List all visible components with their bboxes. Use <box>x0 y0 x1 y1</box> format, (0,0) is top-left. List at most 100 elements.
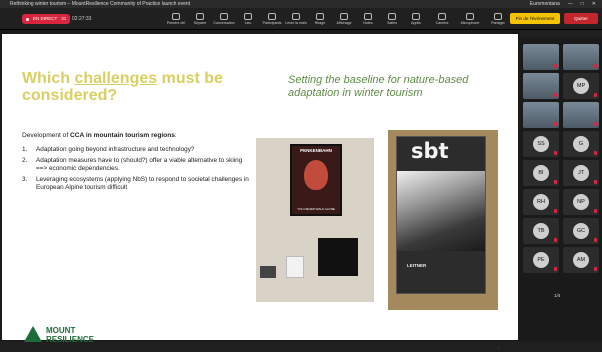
slide-lead: Development of CCA in mountain tourism r… <box>22 132 177 139</box>
mic-muted-icon <box>554 151 557 155</box>
mountain-logo-icon <box>24 326 42 344</box>
view-button[interactable]: Affichage <box>332 10 356 28</box>
avatar: NP <box>573 194 589 210</box>
participant-tile[interactable]: SS <box>523 131 559 157</box>
apps-icon <box>412 13 420 20</box>
close-icon[interactable]: ✕ <box>592 0 596 8</box>
participant-tile[interactable]: BI <box>523 160 559 186</box>
take-control-button[interactable]: Prendre ctrl <box>164 10 188 28</box>
camera-button[interactable]: Caméra <box>428 10 456 28</box>
maximize-icon[interactable]: □ <box>581 0 584 8</box>
list-item: 2. Adaptation measures have to (should?) … <box>22 157 243 172</box>
avatar: AM <box>573 252 589 268</box>
hand-icon <box>292 13 300 20</box>
slide-subtitle: Setting the baseline for nature-based ad… <box>288 74 469 99</box>
quit-button[interactable]: Quitter <box>564 13 598 24</box>
share-icon <box>494 13 502 20</box>
control-icon <box>172 13 180 20</box>
participant-tile[interactable]: PE <box>523 247 559 273</box>
mountresilience-logo: MOUNT RESILIENCE <box>24 326 94 344</box>
location-button[interactable]: Lieu <box>236 10 260 28</box>
microphone-icon <box>466 13 474 20</box>
poster-face <box>304 160 328 190</box>
avatar: GC <box>573 223 589 239</box>
participant-tile[interactable] <box>523 73 559 99</box>
participant-tile[interactable] <box>523 102 559 128</box>
smile-icon <box>316 13 324 20</box>
minimize-icon[interactable]: — <box>568 0 573 8</box>
participant-tile[interactable] <box>563 44 599 70</box>
mic-muted-icon <box>594 180 597 184</box>
avatar: RH <box>533 194 549 210</box>
list-item: 1. Adaptation going beyond infrastructure… <box>22 146 195 153</box>
avatar: TB <box>533 223 549 239</box>
mic-muted-icon <box>554 267 557 271</box>
mic-muted-icon <box>594 64 597 68</box>
participant-tile[interactable]: RH <box>523 189 559 215</box>
share-button[interactable]: Partager <box>484 10 512 28</box>
magazine-logo: sbt <box>411 139 449 163</box>
avatar: PE <box>533 252 549 268</box>
mic-muted-icon <box>554 238 557 242</box>
mic-muted-icon <box>554 93 557 97</box>
rooms-button[interactable]: Salles <box>380 10 404 28</box>
end-event-button[interactable]: Fin de l'événement <box>510 13 560 24</box>
participant-tile[interactable]: AM <box>563 247 599 273</box>
window-controls: Euromontana — □ ✕ <box>530 0 596 8</box>
participant-tile[interactable]: JT <box>563 160 599 186</box>
mic-muted-icon <box>594 209 597 213</box>
rooms-icon <box>388 13 396 20</box>
mic-muted-icon <box>554 122 557 126</box>
location-icon <box>244 13 252 20</box>
mountain-image <box>397 171 485 251</box>
mic-muted-icon <box>594 93 597 97</box>
participants-button[interactable]: Participants <box>260 10 284 28</box>
card <box>286 256 304 278</box>
camera-icon <box>438 13 446 20</box>
mic-muted-icon <box>554 180 557 184</box>
live-badge: EN DIRECT 31 <box>22 14 71 24</box>
separate-button[interactable]: Séparer <box>188 10 212 28</box>
elapsed-time: 02:27:33 <box>72 16 92 22</box>
notes-icon <box>364 13 372 20</box>
screen <box>318 238 358 276</box>
notes-button[interactable]: Notes <box>356 10 380 28</box>
microphone-button[interactable]: Microphone <box>456 10 484 28</box>
participant-tile[interactable]: MP <box>563 73 599 99</box>
device <box>260 266 276 278</box>
participant-tile[interactable]: TB <box>523 218 559 244</box>
participants-icon <box>268 13 276 20</box>
page-number: 8 <box>497 346 501 352</box>
record-dot-icon <box>26 17 29 21</box>
mic-muted-icon <box>594 151 597 155</box>
magazine-label: LEITNER <box>407 263 427 268</box>
raise-hand-button[interactable]: Lever la main <box>284 10 308 28</box>
apps-button[interactable]: Applis <box>404 10 428 28</box>
participant-tile[interactable]: NP <box>563 189 599 215</box>
slide-title: Which challenges must be considered? <box>22 70 223 104</box>
gallery-pager[interactable]: 1/4 <box>554 293 560 298</box>
participant-tile[interactable]: GC <box>563 218 599 244</box>
participant-tile[interactable] <box>523 44 559 70</box>
poster: PENKENBAHN YOU NEVER WALK ALONE <box>290 144 342 216</box>
chat-button[interactable]: Conversation <box>212 10 236 28</box>
magazine-cover: sbt LEITNER <box>396 136 486 294</box>
participant-tile[interactable] <box>563 102 599 128</box>
window-titlebar: Rethinking winter tourism – MountResilie… <box>0 0 602 8</box>
participant-tile[interactable]: G <box>563 131 599 157</box>
media-tools: Caméra Microphone Partager <box>428 10 512 28</box>
live-label: EN DIRECT <box>33 16 58 21</box>
live-count: 31 <box>61 16 67 21</box>
mic-muted-icon <box>554 64 557 68</box>
slide-points: 1. Adaptation going beyond infrastructure… <box>22 146 250 195</box>
mic-muted-icon <box>554 209 557 213</box>
mic-muted-icon <box>594 122 597 126</box>
shared-slide: Which challenges must be considered? Set… <box>2 34 518 352</box>
react-button[interactable]: Réagir <box>308 10 332 28</box>
separate-icon <box>196 13 204 20</box>
avatar: G <box>573 136 589 152</box>
mic-muted-icon <box>594 238 597 242</box>
avatar: JT <box>573 165 589 181</box>
toolbar-tools: Prendre ctrl Séparer Conversation Lieu P… <box>164 10 428 28</box>
avatar: BI <box>533 165 549 181</box>
